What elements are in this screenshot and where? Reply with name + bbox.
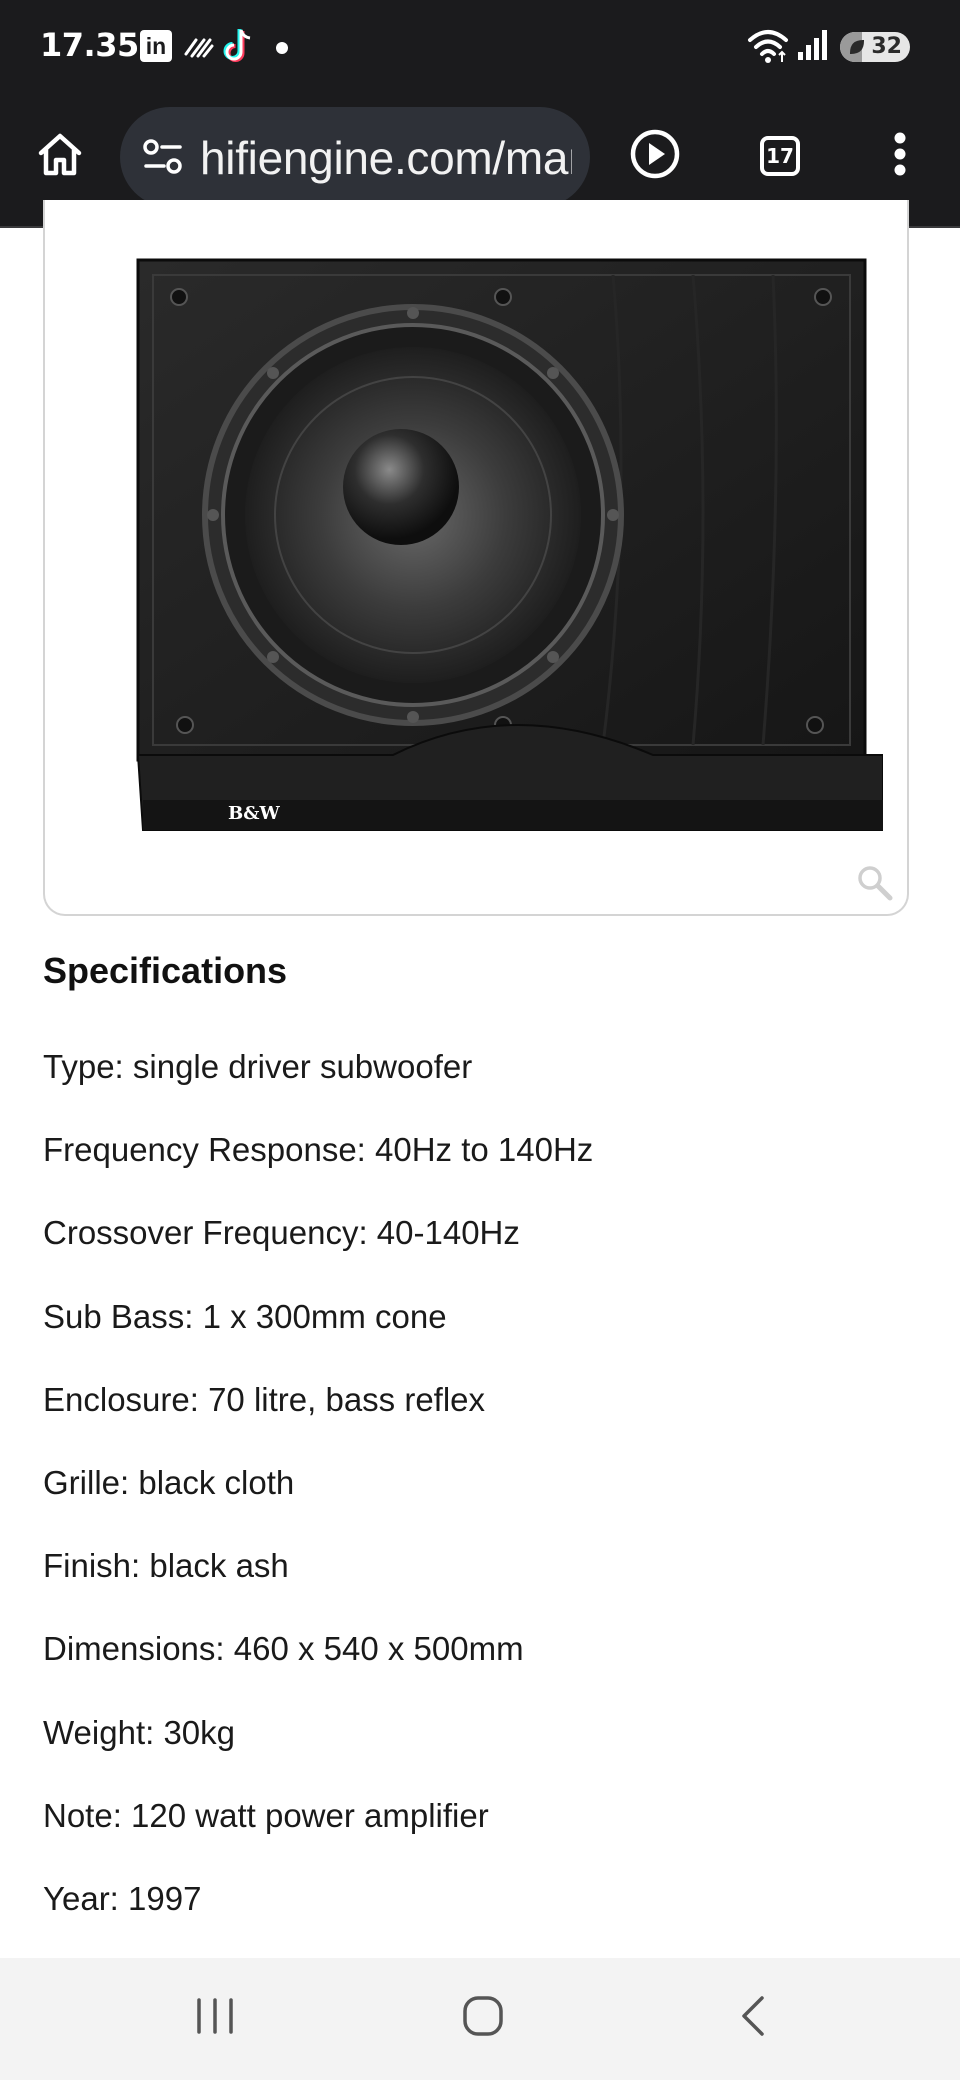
site-settings-icon[interactable] (142, 137, 184, 182)
product-image-card: B&W (43, 200, 909, 916)
tiktok-icon (222, 26, 256, 69)
tab-count: 17 (766, 144, 794, 168)
status-bar: 17.35 in 32 (0, 0, 960, 95)
battery-indicator: 32 (840, 32, 910, 62)
home-icon (36, 131, 84, 182)
play-icon (629, 128, 681, 185)
spec-item: Grille: black cloth (43, 1463, 295, 1501)
nav-home-icon (461, 1994, 505, 2043)
spec-item: Frequency Response: 40Hz to 140Hz (43, 1131, 594, 1169)
url-text[interactable]: hifiengine.com/manual_library/bowers-and… (200, 131, 572, 185)
spec-item: Sub Bass: 1 x 300mm cone (43, 1297, 447, 1335)
wifi-icon (746, 28, 790, 69)
tab-switcher-icon: 17 (760, 136, 800, 176)
spec-item: Type: single driver subwoofer (43, 1048, 473, 1085)
product-image[interactable] (93, 255, 884, 850)
spec-item: Dimensions: 460 x 540 x 500mm (43, 1630, 524, 1668)
signal-lines-icon (184, 34, 214, 65)
battery-level: 32 (871, 34, 902, 59)
battery-saver-icon (848, 38, 866, 61)
spec-item: Crossover Frequency: 40-140Hz (43, 1214, 520, 1252)
specifications-heading: Specifications (43, 950, 288, 991)
brand-badge: B&W (228, 803, 280, 824)
recent-apps-icon (193, 1996, 237, 2041)
home-button[interactable] (30, 126, 90, 186)
spec-item: Weight: 30kg (43, 1713, 236, 1751)
recent-apps-button[interactable] (175, 1988, 255, 2048)
status-time: 17.35 (40, 26, 139, 64)
notification-dot-icon (276, 42, 288, 54)
url-bar[interactable]: hifiengine.com/manual_library/bowers-and… (120, 107, 590, 207)
nav-home-button[interactable] (443, 1988, 523, 2048)
more-vert-icon (893, 131, 907, 182)
system-nav-bar (0, 1958, 960, 2080)
linkedin-icon: in (140, 30, 172, 62)
play-button[interactable] (625, 126, 685, 186)
nav-back-button[interactable] (713, 1988, 793, 2048)
cell-signal-icon (796, 28, 832, 67)
spec-item: Note: 120 watt power amplifier (43, 1796, 489, 1834)
specifications-list: Type: single driver subwoofer Frequency … (43, 1048, 593, 1963)
more-menu-button[interactable] (870, 126, 930, 186)
nav-back-icon (738, 1994, 768, 2043)
magnify-icon[interactable] (857, 865, 893, 906)
spec-item: Enclosure: 70 litre, bass reflex (43, 1380, 486, 1418)
spec-item: Finish: black ash (43, 1547, 289, 1585)
tab-switcher-button[interactable]: 17 (750, 126, 810, 186)
spec-item: Year: 1997 (43, 1879, 202, 1917)
